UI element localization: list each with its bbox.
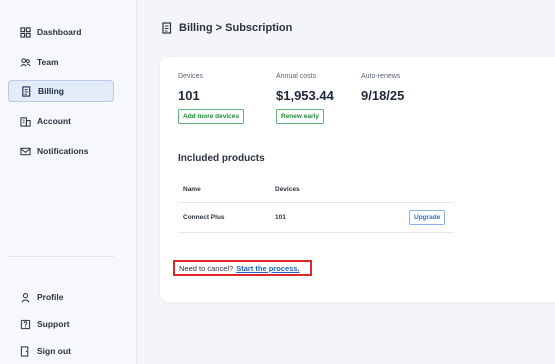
page-title: Billing > Subscription	[161, 22, 292, 34]
cancel-text: Need to cancel?	[179, 263, 234, 273]
stat-value: 9/18/25	[361, 88, 405, 103]
support-icon	[20, 319, 31, 330]
stat-label: Auto-renews	[361, 73, 401, 80]
table-header: Name Devices	[178, 177, 454, 203]
sidebar-item-notifications[interactable]: Notifications	[8, 140, 114, 162]
stat-auto-renews: Auto-renews 9/18/25	[361, 73, 404, 103]
account-icon	[20, 116, 31, 127]
renew-early-button[interactable]: Renew early	[276, 109, 324, 124]
sidebar-item-label: Dashboard	[37, 27, 82, 37]
stat-label: Annual costs	[276, 73, 317, 80]
sidebar-item-sign-out[interactable]: Sign out	[8, 340, 114, 362]
sidebar-item-team[interactable]: Team	[8, 51, 114, 73]
stat-devices: Devices 101 Add more devices	[178, 73, 244, 124]
product-devices: 101	[275, 214, 286, 221]
sidebar-item-label: Notifications	[37, 146, 89, 156]
stat-label: Devices	[178, 73, 203, 80]
sidebar-item-support[interactable]: Support	[8, 313, 114, 335]
sidebar: Dashboard Team Billing Account Notificat…	[0, 0, 137, 364]
sidebar-item-billing[interactable]: Billing	[8, 80, 114, 102]
stat-annual-costs: Annual costs $1,953.44 Renew early	[276, 73, 334, 124]
sign-out-icon	[20, 345, 31, 357]
billing-icon	[161, 22, 173, 34]
products-table: Name Devices Connect Plus 101 Upgrade	[178, 177, 454, 233]
add-more-devices-button[interactable]: Add more devices	[178, 109, 244, 124]
sidebar-divider	[8, 256, 114, 257]
sidebar-item-label: Billing	[38, 86, 64, 96]
table-row: Connect Plus 101 Upgrade	[178, 203, 454, 233]
section-title: Included products	[178, 153, 265, 164]
sidebar-item-dashboard[interactable]: Dashboard	[8, 21, 114, 43]
page-title-text: Billing > Subscription	[179, 22, 293, 34]
team-icon	[20, 57, 31, 68]
sidebar-item-label: Team	[37, 57, 59, 67]
mail-icon	[20, 146, 31, 157]
sidebar-item-label: Profile	[37, 292, 64, 302]
start-cancel-link[interactable]: Start the process.	[236, 264, 299, 273]
main-content: Billing > Subscription Devices 101 Add m…	[137, 0, 555, 364]
billing-icon	[21, 85, 32, 97]
sidebar-item-profile[interactable]: Profile	[8, 286, 114, 308]
dashboard-icon	[20, 26, 31, 38]
sidebar-item-label: Support	[37, 319, 70, 329]
profile-icon	[20, 292, 31, 303]
column-header: Devices	[275, 186, 300, 193]
column-header: Name	[183, 186, 201, 193]
stat-value: 101	[178, 88, 200, 103]
upgrade-button[interactable]: Upgrade	[409, 210, 446, 225]
subscription-card: Devices 101 Add more devices Annual cost…	[160, 57, 555, 302]
product-name: Connect Plus	[183, 214, 225, 221]
sidebar-item-label: Sign out	[37, 346, 71, 356]
stat-value: $1,953.44	[276, 88, 334, 103]
sidebar-item-label: Account	[37, 116, 71, 126]
cancel-highlight-box: Need to cancel? Start the process.	[173, 260, 312, 276]
sidebar-item-account[interactable]: Account	[8, 110, 114, 132]
